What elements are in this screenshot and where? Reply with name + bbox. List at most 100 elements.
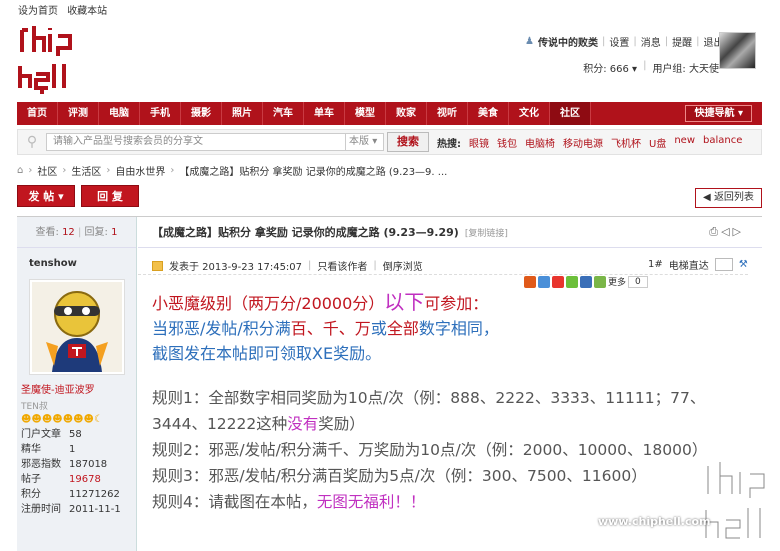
rss-icon[interactable] (524, 275, 536, 288)
content-line: 小恶魔级别（两万分/20000分）以下可参加： (152, 290, 489, 314)
stat-row: 注册时间 2011-11-1 (21, 504, 121, 515)
breadcrumb-community[interactable]: 社区 (37, 163, 57, 178)
username-link[interactable]: 传说中的败类 (538, 34, 598, 49)
content-line: 当邪恶/发帖/积分满百、千、万或全部数字相同， (152, 319, 499, 338)
nav-shopping[interactable]: 败家 (386, 102, 427, 125)
search-scope-select[interactable]: 本版 ▾ (346, 133, 384, 151)
thread-header: 【成魔之路】贴积分 拿奖励 记录你的成魔之路 (9.23—9.29) [复制链接… (138, 217, 762, 248)
prev-icon[interactable]: ◁ (721, 225, 732, 238)
thread-tools: ⎙◁▷ (709, 225, 744, 239)
divider (138, 274, 748, 275)
breadcrumb-life[interactable]: 生活区 (71, 163, 101, 178)
floor-info: 1# 电梯直达 ⚒ (648, 257, 748, 272)
breadcrumb: ⌂ › 社区 › 生活区 › 自由水世界 › 【成魔之路】贴积分 拿奖励 记录你的成魔之… (17, 163, 448, 178)
author-avatar[interactable] (29, 279, 125, 375)
next-icon[interactable]: ▷ (733, 225, 744, 238)
nav-photography[interactable]: 摄影 (181, 102, 222, 125)
settings-link[interactable]: 设置 (609, 34, 629, 49)
nav-community[interactable]: 社区 (550, 102, 591, 125)
post-main: 【成魔之路】贴积分 拿奖励 记录你的成魔之路 (9.23—9.29) [复制链接… (138, 217, 762, 551)
hot-keyword[interactable]: 钱包 (497, 135, 517, 150)
print-icon[interactable]: ⎙ (709, 225, 721, 238)
hot-keyword[interactable]: 飞机杯 (611, 135, 641, 150)
chiphell-watermark-logo (703, 462, 767, 541)
nav-av[interactable]: 视听 (427, 102, 468, 125)
user-icon: ♟ (525, 36, 534, 47)
chevron-down-icon: ▾ (632, 64, 638, 75)
hot-searches: 热搜: 眼镜 钱包 电脑椅 移动电源 飞机杯 U盘 new balance (437, 135, 742, 150)
set-homepage-link[interactable]: 设为首页 (18, 6, 58, 17)
hot-keyword[interactable]: balance (703, 135, 742, 150)
quick-nav-button[interactable]: 快捷导航 ▾ (685, 105, 752, 122)
nav-phone[interactable]: 手机 (140, 102, 181, 125)
hot-keyword[interactable]: U盘 (649, 135, 666, 150)
chevron-left-icon: ◀ (703, 192, 711, 203)
rules-block: 规则1：全部数字相同奖励为10点/次（例：888、2222、3333、11111… (152, 385, 752, 515)
breadcrumb-thread[interactable]: 【成魔之路】贴积分 拿奖励 记录你的成魔之路 (9.23—9. ... (179, 163, 447, 178)
author-sidebar: 查看: 12 | 回复: 1 tenshow 圣魔使-迪亚波罗 TEN叔 ☻☻☻… (17, 217, 137, 551)
nav-home[interactable]: 首页 (17, 102, 58, 125)
renren-icon[interactable] (580, 275, 592, 288)
breadcrumb-forum[interactable]: 自由水世界 (115, 163, 165, 178)
messages-link[interactable]: 消息 (641, 34, 661, 49)
author-stats: 门户文章 58 精华 1 邪恶指数 187018 帖子 19678 积分 11271262… (17, 425, 136, 517)
wrench-icon[interactable]: ⚒ (739, 259, 748, 270)
only-author-link[interactable]: 只看该作者 (317, 258, 367, 273)
wechat-icon[interactable] (566, 275, 578, 288)
plus-icon[interactable] (594, 275, 606, 288)
hot-keyword[interactable]: 电脑椅 (525, 135, 555, 150)
chiphell-logo[interactable] (14, 22, 80, 96)
nav-bikes[interactable]: 单车 (304, 102, 345, 125)
notifications-link[interactable]: 提醒 (672, 34, 692, 49)
stat-row: 邪恶指数 187018 (21, 459, 108, 470)
nav-pc[interactable]: 电脑 (99, 102, 140, 125)
nav-food[interactable]: 美食 (468, 102, 509, 125)
points-dropdown[interactable]: 积分: 666 ▾ (583, 60, 637, 75)
share-count: 0 (628, 275, 648, 288)
hot-keyword[interactable]: 眼镜 (469, 135, 489, 150)
thread-stats: 查看: 12 | 回复: 1 (17, 217, 136, 248)
new-post-button[interactable]: 发 帖 ▾ (17, 185, 75, 207)
share-more-link[interactable]: 更多 (608, 275, 626, 288)
weibo-icon[interactable] (552, 275, 564, 288)
rule-2: 规则2：邪恶/发帖/积分满千、万奖励为10点/次（例：2000、10000、18… (152, 441, 708, 459)
floor-jump-input[interactable] (714, 258, 733, 271)
post-time: 发表于 2013-9-23 17:45:07 (169, 262, 303, 273)
top-links: 设为首页 收藏本站 (18, 2, 113, 17)
search-bar: ⚲ 请输入产品型号搜索会员的分享文 本版 ▾ 搜索 热搜: 眼镜 钱包 电脑椅 … (17, 129, 762, 155)
jump-label: 电梯直达 (668, 261, 709, 272)
stat-row: 积分 11271262 (21, 489, 120, 500)
hot-label: 热搜: (437, 138, 461, 150)
author-group[interactable]: 圣魔使-迪亚波罗 (17, 375, 136, 396)
stat-row: 精华 1 (21, 444, 76, 455)
cartoon-avatar-icon (32, 282, 122, 372)
post-content: 小恶魔级别（两万分/20000分）以下可参加： 当邪恶/发帖/积分满百、千、万或… (152, 290, 752, 515)
chevron-down-icon: ▾ (372, 136, 378, 147)
copy-link[interactable]: [复制链接] (465, 226, 508, 239)
author-rank: TEN叔 (21, 402, 48, 412)
add-favorite-link[interactable]: 收藏本站 (67, 6, 107, 17)
user-group-link[interactable]: 用户组: 大天使 (652, 60, 719, 75)
share-bar: 更多 0 (524, 275, 648, 288)
nav-photos[interactable]: 照片 (222, 102, 263, 125)
home-icon[interactable]: ⌂ (17, 165, 23, 176)
qzone-icon[interactable] (538, 275, 550, 288)
hot-keyword[interactable]: 移动电源 (563, 135, 603, 150)
author-name[interactable]: tenshow (17, 248, 136, 269)
nav-review[interactable]: 评测 (58, 102, 99, 125)
user-panel: ♟ 传说中的败类 | 设置 | 消息 | 提醒 | 退出 积分: 666 ▾ |… (525, 34, 724, 75)
chevron-down-icon: ▾ (737, 108, 743, 119)
rule-3: 规则3：邪恶/发帖/积分满百奖励为5点/次（例：300、7500、11600） (152, 467, 647, 485)
search-button[interactable]: 搜索 (387, 132, 429, 152)
search-input[interactable]: 请输入产品型号搜索会员的分享文 (46, 133, 346, 151)
nav-cars[interactable]: 汽车 (263, 102, 304, 125)
reply-button[interactable]: 回 复 (81, 185, 139, 207)
hot-keyword[interactable]: new (674, 135, 695, 150)
user-avatar[interactable] (719, 32, 756, 69)
stat-row: 帖子 19678 (21, 474, 101, 485)
nav-culture[interactable]: 文化 (509, 102, 550, 125)
nav-models[interactable]: 模型 (345, 102, 386, 125)
back-to-list-button[interactable]: ◀ 返回列表 (695, 188, 762, 208)
reverse-order-link[interactable]: 倒序浏览 (383, 258, 423, 273)
main-nav: 首页 评测 电脑 手机 摄影 照片 汽车 单车 模型 败家 视听 美食 文化 社… (17, 102, 762, 125)
